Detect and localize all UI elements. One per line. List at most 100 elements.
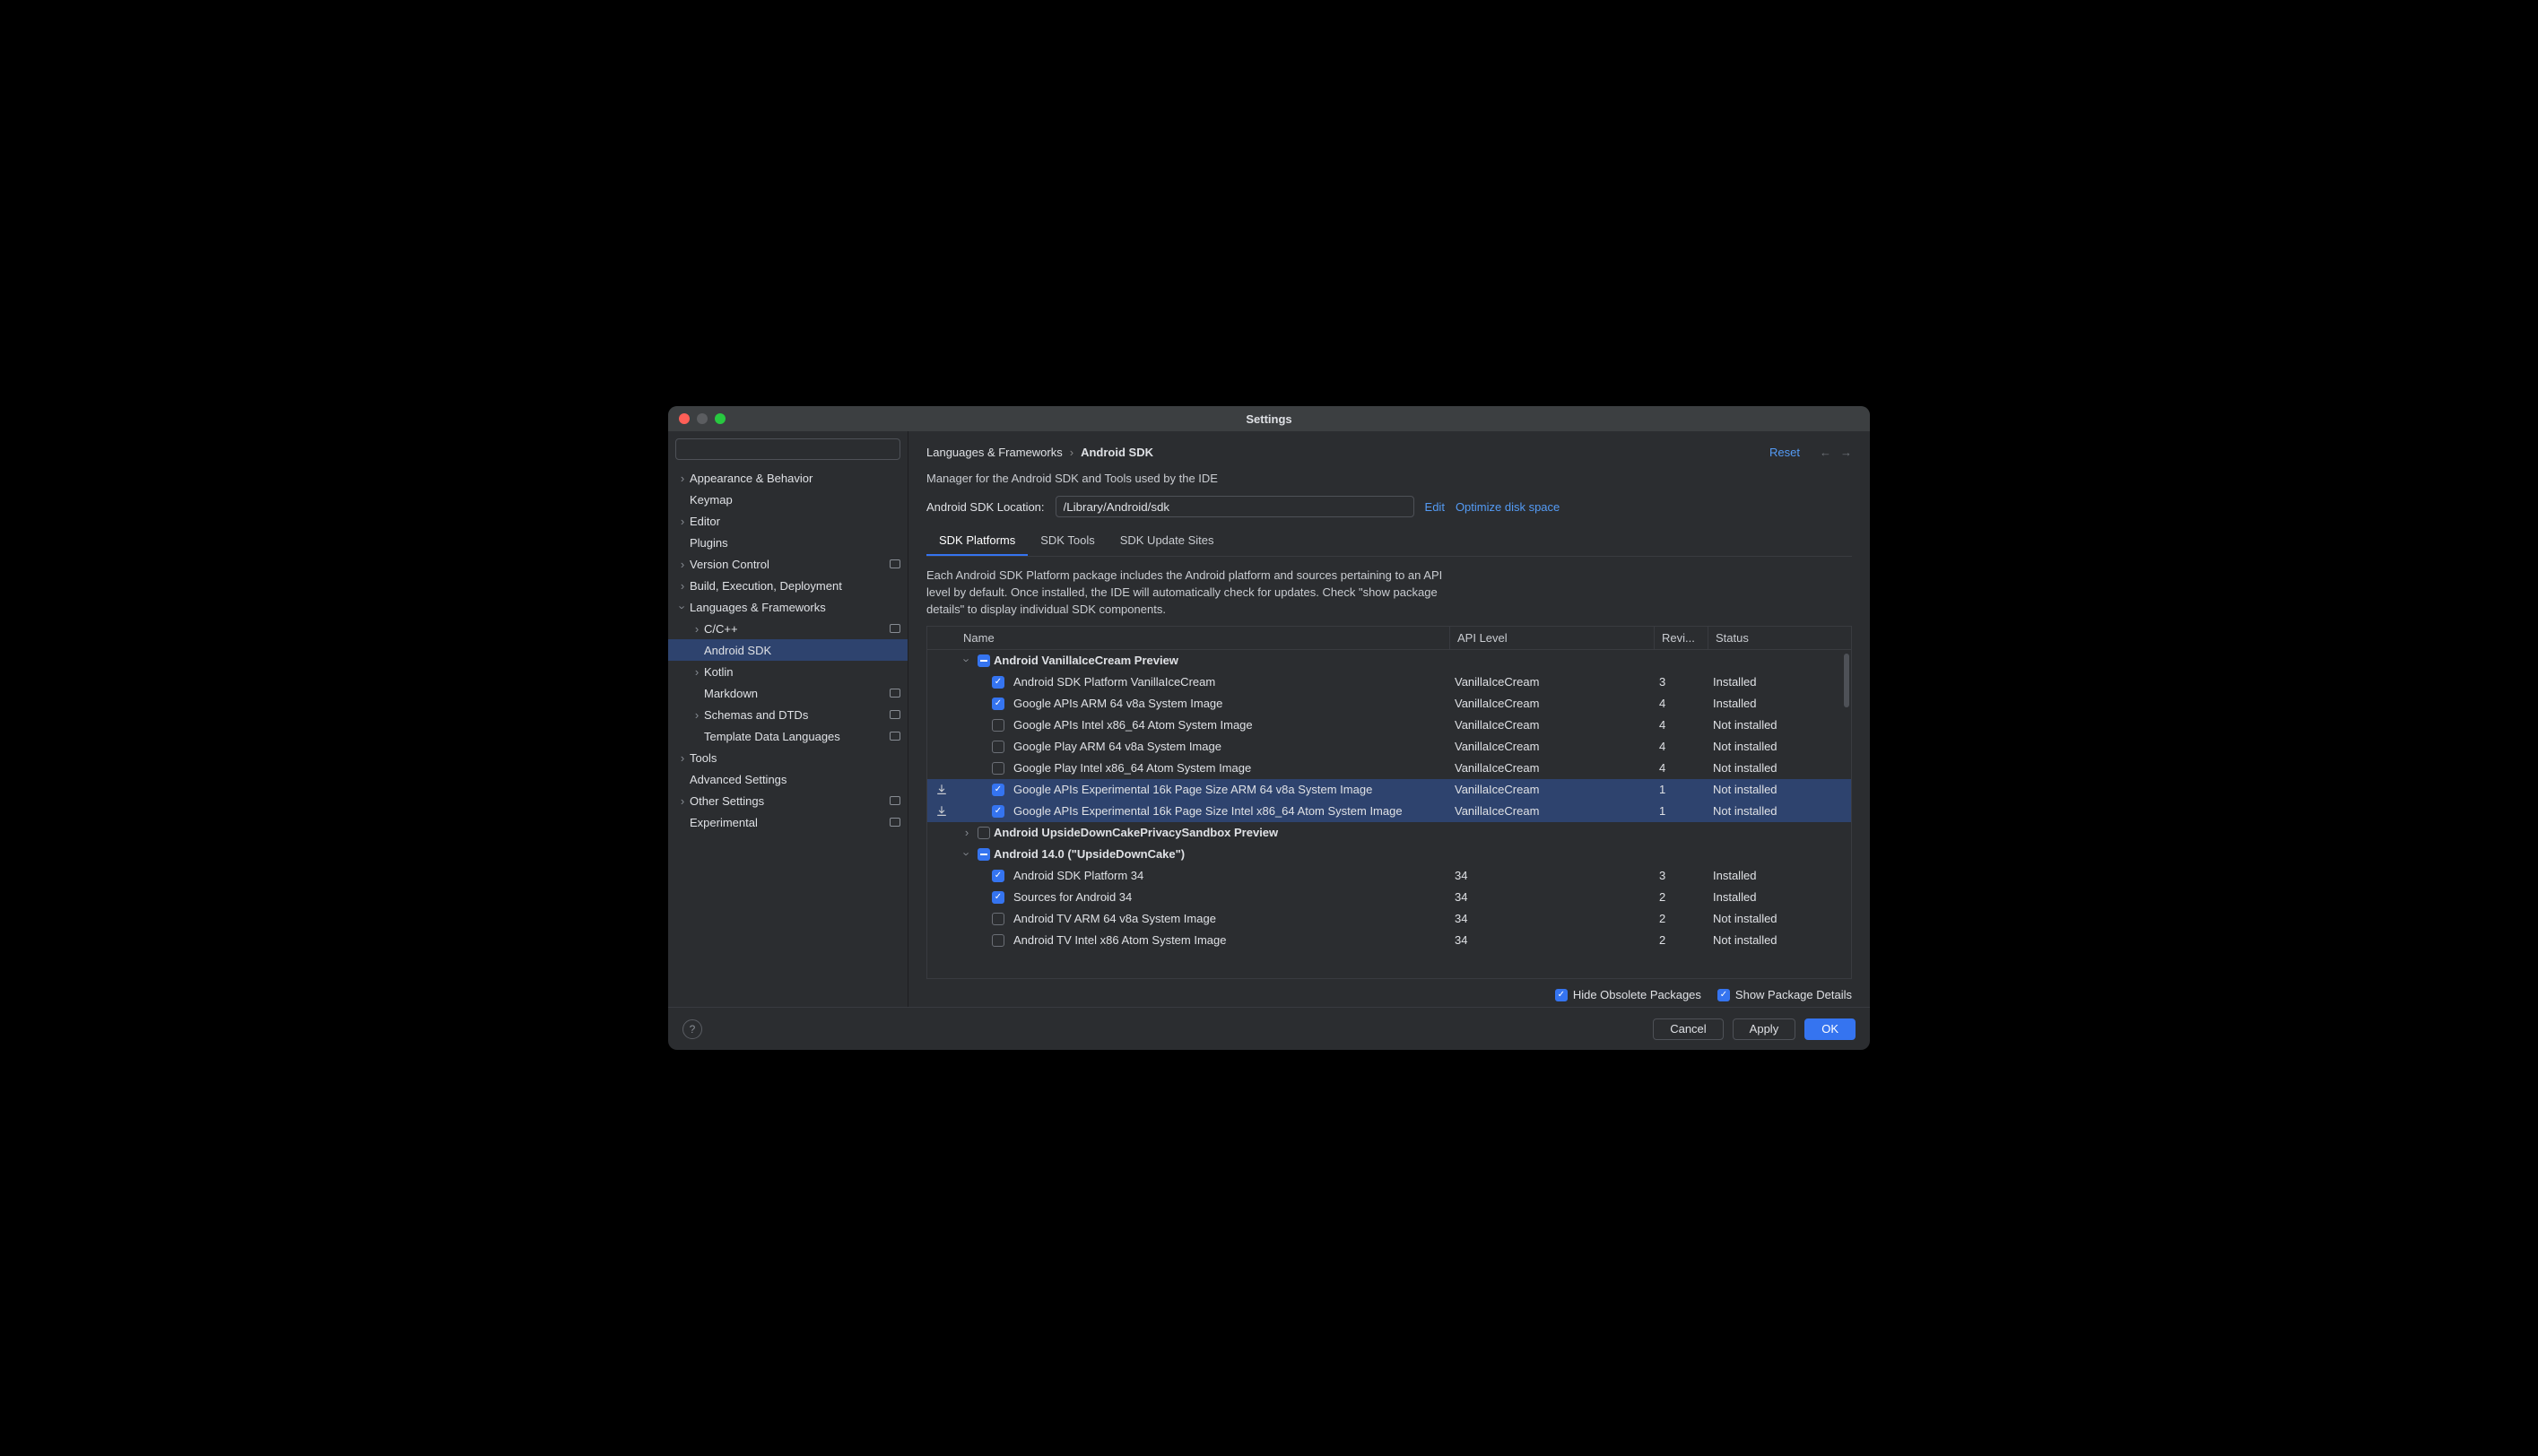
sidebar-item[interactable]: Experimental xyxy=(668,811,908,833)
nav-forward-icon[interactable]: → xyxy=(1840,446,1852,459)
row-status: Not installed xyxy=(1708,718,1851,732)
hide-obsolete-checkbox[interactable] xyxy=(1555,989,1568,1001)
checkbox[interactable] xyxy=(992,805,1004,818)
chevron-icon: › xyxy=(675,579,690,593)
checkbox[interactable] xyxy=(992,934,1004,947)
checkbox[interactable] xyxy=(992,762,1004,775)
reset-button[interactable]: Reset xyxy=(1769,446,1800,459)
edit-location-link[interactable]: Edit xyxy=(1425,500,1445,514)
scrollbar-thumb[interactable] xyxy=(1844,654,1849,707)
sidebar-item[interactable]: ›Appearance & Behavior xyxy=(668,467,908,489)
table-row[interactable]: Google Play ARM 64 v8a System ImageVanil… xyxy=(927,736,1851,758)
checkbox[interactable] xyxy=(992,698,1004,710)
sidebar-item[interactable]: Markdown xyxy=(668,682,908,704)
sidebar-item[interactable]: Plugins xyxy=(668,532,908,553)
table-row[interactable]: Sources for Android 34342Installed xyxy=(927,887,1851,908)
checkbox[interactable] xyxy=(978,654,990,667)
checkbox[interactable] xyxy=(992,741,1004,753)
nav-back-icon[interactable]: ← xyxy=(1820,446,1831,459)
sidebar-item[interactable]: ›Editor xyxy=(668,510,908,532)
table-row[interactable]: Google APIs Experimental 16k Page Size A… xyxy=(927,779,1851,801)
scope-badge-icon xyxy=(890,710,900,719)
traffic-lights xyxy=(679,413,726,424)
table-row[interactable]: Google APIs Intel x86_64 Atom System Ima… xyxy=(927,715,1851,736)
sidebar-item[interactable]: ›Build, Execution, Deployment xyxy=(668,575,908,596)
row-name: Android SDK Platform 34 xyxy=(1013,869,1143,882)
checkbox[interactable] xyxy=(992,719,1004,732)
checkbox[interactable] xyxy=(992,676,1004,689)
sidebar-item[interactable]: ›Languages & Frameworks xyxy=(668,596,908,618)
main-panel: Languages & Frameworks › Android SDK Res… xyxy=(908,431,1870,1007)
row-api: 34 xyxy=(1449,912,1654,925)
table-row[interactable]: Android TV ARM 64 v8a System Image342Not… xyxy=(927,908,1851,930)
table-row[interactable]: Google APIs ARM 64 v8a System ImageVanil… xyxy=(927,693,1851,715)
chevron-icon[interactable]: › xyxy=(960,826,974,839)
optimize-disk-link[interactable]: Optimize disk space xyxy=(1456,500,1560,514)
settings-tree[interactable]: ›Appearance & BehaviorKeymap›EditorPlugi… xyxy=(668,467,908,1007)
chevron-icon[interactable]: › xyxy=(960,847,974,861)
row-revision: 4 xyxy=(1654,697,1708,710)
chevron-icon[interactable]: › xyxy=(960,654,974,667)
breadcrumb-separator: › xyxy=(1070,446,1073,459)
tab[interactable]: SDK Update Sites xyxy=(1108,526,1227,556)
sidebar-item[interactable]: Keymap xyxy=(668,489,908,510)
close-window-icon[interactable] xyxy=(679,413,690,424)
row-revision: 4 xyxy=(1654,740,1708,753)
sidebar-item[interactable]: ›Tools xyxy=(668,747,908,768)
sidebar-item[interactable]: ›Kotlin xyxy=(668,661,908,682)
sidebar-item[interactable]: ›Schemas and DTDs xyxy=(668,704,908,725)
checkbox[interactable] xyxy=(992,784,1004,796)
tab[interactable]: SDK Platforms xyxy=(926,526,1028,556)
sidebar-item[interactable]: ›Other Settings xyxy=(668,790,908,811)
table-header: Name API Level Revi... Status xyxy=(927,627,1851,650)
apply-button[interactable]: Apply xyxy=(1733,1018,1796,1040)
sidebar-item[interactable]: Template Data Languages xyxy=(668,725,908,747)
sidebar-item[interactable]: Advanced Settings xyxy=(668,768,908,790)
table-body[interactable]: ›Android VanillaIceCream PreviewAndroid … xyxy=(927,650,1851,978)
show-details-checkbox[interactable] xyxy=(1717,989,1730,1001)
col-revision[interactable]: Revi... xyxy=(1654,627,1708,649)
table-row[interactable]: Google APIs Experimental 16k Page Size I… xyxy=(927,801,1851,822)
search-input[interactable] xyxy=(675,438,900,460)
table-row[interactable]: ›Android VanillaIceCream Preview xyxy=(927,650,1851,672)
hide-obsolete-option[interactable]: Hide Obsolete Packages xyxy=(1555,988,1701,1001)
row-api: VanillaIceCream xyxy=(1449,675,1654,689)
sidebar-item[interactable]: ›Version Control xyxy=(668,553,908,575)
row-revision: 2 xyxy=(1654,933,1708,947)
table-row[interactable]: ›Android 14.0 ("UpsideDownCake") xyxy=(927,844,1851,865)
table-row[interactable]: ›Android UpsideDownCakePrivacySandbox Pr… xyxy=(927,822,1851,844)
row-status: Installed xyxy=(1708,675,1851,689)
table-row[interactable]: Android TV Intel x86 Atom System Image34… xyxy=(927,930,1851,951)
sidebar-item-label: Kotlin xyxy=(704,665,900,679)
table-row[interactable]: Android SDK Platform VanillaIceCreamVani… xyxy=(927,672,1851,693)
download-icon xyxy=(935,805,948,818)
table-row[interactable]: Google Play Intel x86_64 Atom System Ima… xyxy=(927,758,1851,779)
col-name[interactable]: Name xyxy=(956,631,1449,645)
col-api[interactable]: API Level xyxy=(1449,627,1654,649)
settings-window: Settings ›Appearance & BehaviorKeymap›Ed… xyxy=(668,406,1870,1050)
checkbox[interactable] xyxy=(992,913,1004,925)
row-name: Google APIs Experimental 16k Page Size A… xyxy=(1013,783,1372,796)
row-revision: 1 xyxy=(1654,804,1708,818)
window-title: Settings xyxy=(1246,412,1291,426)
table-row[interactable]: Android SDK Platform 34343Installed xyxy=(927,865,1851,887)
checkbox[interactable] xyxy=(978,848,990,861)
zoom-window-icon[interactable] xyxy=(715,413,726,424)
sidebar-item-label: Tools xyxy=(690,751,900,765)
minimize-window-icon[interactable] xyxy=(697,413,708,424)
col-status[interactable]: Status xyxy=(1708,627,1851,649)
sidebar-item[interactable]: Android SDK xyxy=(668,639,908,661)
breadcrumb-parent[interactable]: Languages & Frameworks xyxy=(926,446,1063,459)
ok-button[interactable]: OK xyxy=(1804,1018,1856,1040)
show-details-option[interactable]: Show Package Details xyxy=(1717,988,1852,1001)
row-revision: 3 xyxy=(1654,675,1708,689)
row-name: Android TV Intel x86 Atom System Image xyxy=(1013,933,1227,947)
tab[interactable]: SDK Tools xyxy=(1028,526,1107,556)
sdk-location-input[interactable] xyxy=(1056,496,1414,517)
sidebar-item[interactable]: ›C/C++ xyxy=(668,618,908,639)
cancel-button[interactable]: Cancel xyxy=(1653,1018,1723,1040)
checkbox[interactable] xyxy=(992,891,1004,904)
checkbox[interactable] xyxy=(978,827,990,839)
help-button[interactable]: ? xyxy=(682,1019,702,1039)
checkbox[interactable] xyxy=(992,870,1004,882)
